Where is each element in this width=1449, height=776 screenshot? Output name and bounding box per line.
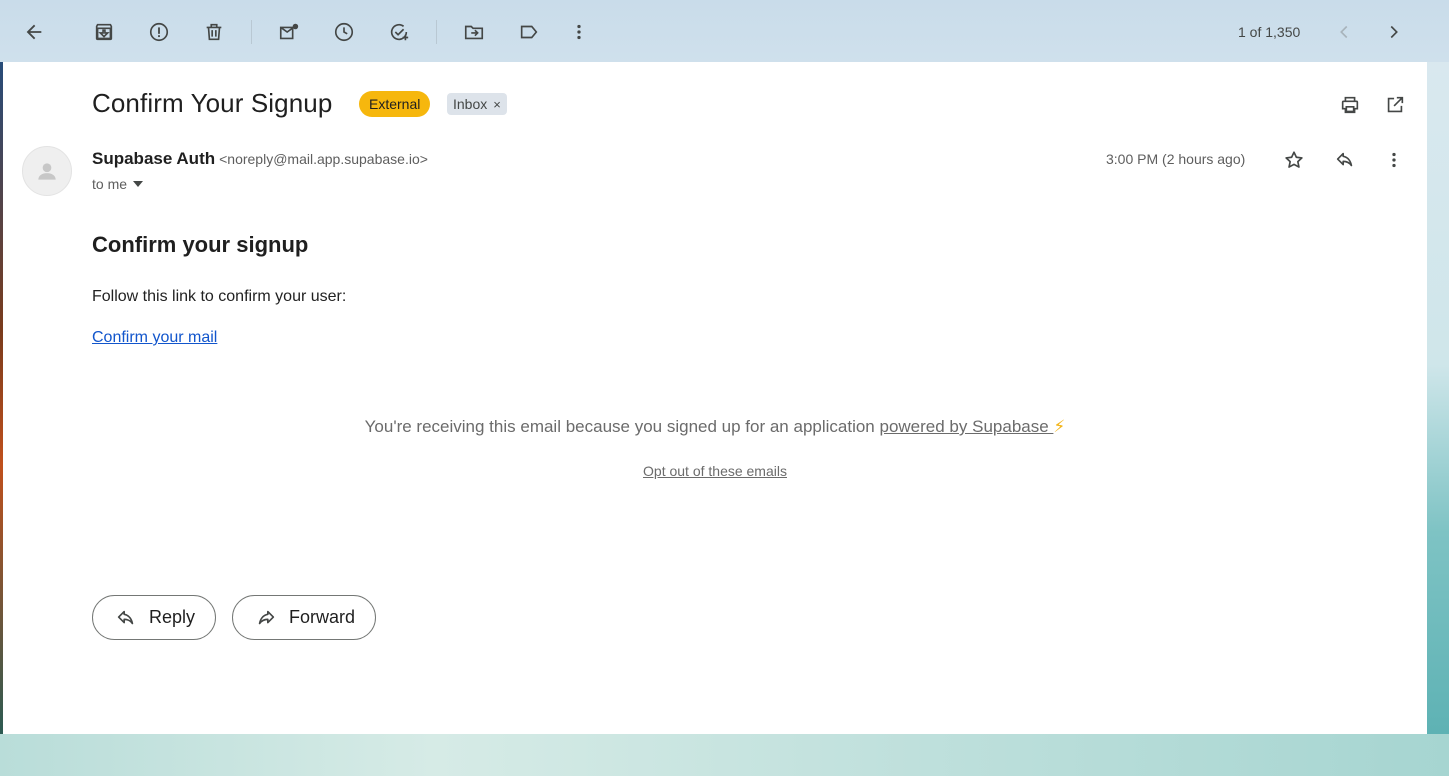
optout-container: Opt out of these emails	[3, 463, 1427, 479]
pager-count: 1 of 1,350	[1238, 24, 1301, 40]
recipient-text: to me	[92, 176, 128, 192]
mail-unread-icon	[279, 23, 299, 40]
print-all-button[interactable]	[1336, 91, 1364, 119]
message-more-button[interactable]	[1380, 146, 1408, 174]
desktop-wallpaper-right	[1427, 62, 1449, 734]
forward-button[interactable]: Forward	[232, 595, 377, 640]
older-button[interactable]	[1378, 16, 1410, 48]
sender-name[interactable]: Supabase Auth	[92, 149, 215, 168]
reply-button[interactable]: Reply	[92, 595, 217, 640]
message-view: Confirm Your Signup External Inbox × Sup…	[3, 62, 1427, 734]
reply-icon	[117, 610, 134, 624]
toolbar-divider	[436, 20, 437, 44]
open-in-new-icon	[1387, 96, 1404, 113]
confirm-mail-link[interactable]: Confirm your mail	[92, 329, 217, 347]
email-subject: Confirm Your Signup	[92, 88, 333, 118]
trash-icon	[206, 23, 222, 41]
email-footer-notice: You're receiving this email because you …	[3, 417, 1427, 437]
caret-down-icon	[133, 181, 144, 187]
desktop-wallpaper-bottom	[0, 734, 1449, 776]
remove-label-icon[interactable]: ×	[493, 97, 501, 112]
arrow-left-icon	[26, 24, 42, 40]
email-body-heading: Confirm your signup	[92, 232, 309, 257]
sender-line: Supabase Auth <noreply@mail.app.supabase.…	[92, 149, 428, 169]
delete-button[interactable]	[198, 16, 230, 48]
add-to-tasks-button[interactable]	[383, 16, 415, 48]
star-button[interactable]	[1280, 146, 1308, 174]
chevron-right-icon	[1390, 25, 1398, 39]
clock-icon	[334, 22, 354, 42]
alert-circle-icon	[149, 22, 169, 42]
printer-icon	[1341, 96, 1359, 114]
report-spam-button[interactable]	[143, 16, 175, 48]
person-icon	[38, 163, 56, 180]
recipient-details-toggle[interactable]: to me	[92, 176, 144, 192]
snooze-button[interactable]	[328, 16, 360, 48]
sender-avatar[interactable]	[22, 146, 72, 196]
forward-button-label: Forward	[289, 607, 356, 627]
folder-move-icon	[464, 25, 484, 40]
reply-icon	[1336, 152, 1353, 167]
labels-button[interactable]	[513, 16, 545, 48]
timestamp: 3:00 PM (2 hours ago)	[1106, 151, 1246, 167]
footer-prefix: You're receiving this email because you …	[364, 417, 880, 436]
task-add-icon	[390, 23, 409, 41]
back-button[interactable]	[18, 16, 50, 48]
external-badge: External	[359, 91, 431, 117]
email-body-text: Follow this link to confirm your user:	[92, 288, 347, 305]
message-toolbar: 1 of 1,350	[0, 0, 1449, 62]
move-to-button[interactable]	[458, 16, 490, 48]
label-icon	[520, 25, 538, 39]
newer-button[interactable]	[1328, 16, 1360, 48]
chevron-left-icon	[1340, 25, 1348, 39]
more-options-button[interactable]	[563, 16, 595, 48]
lightning-icon: ⚡	[1053, 417, 1066, 436]
toolbar-divider	[251, 20, 252, 44]
archive-button[interactable]	[88, 16, 120, 48]
reply-button-label: Reply	[149, 607, 196, 627]
inbox-label-text: Inbox	[453, 96, 488, 112]
reply-icon-button[interactable]	[1331, 146, 1359, 174]
archive-icon	[95, 23, 113, 41]
mark-unread-button[interactable]	[273, 16, 305, 48]
star-icon	[1285, 151, 1303, 168]
more-vert-icon	[577, 24, 581, 40]
inbox-label-chip[interactable]: Inbox ×	[447, 93, 507, 115]
opt-out-link[interactable]: Opt out of these emails	[643, 463, 787, 479]
more-vert-icon	[1392, 152, 1396, 168]
forward-icon	[258, 610, 275, 624]
sender-address: <noreply@mail.app.supabase.io>	[219, 151, 428, 167]
open-new-window-button[interactable]	[1381, 91, 1409, 119]
powered-by-supabase-link[interactable]: powered by Supabase	[880, 417, 1054, 436]
